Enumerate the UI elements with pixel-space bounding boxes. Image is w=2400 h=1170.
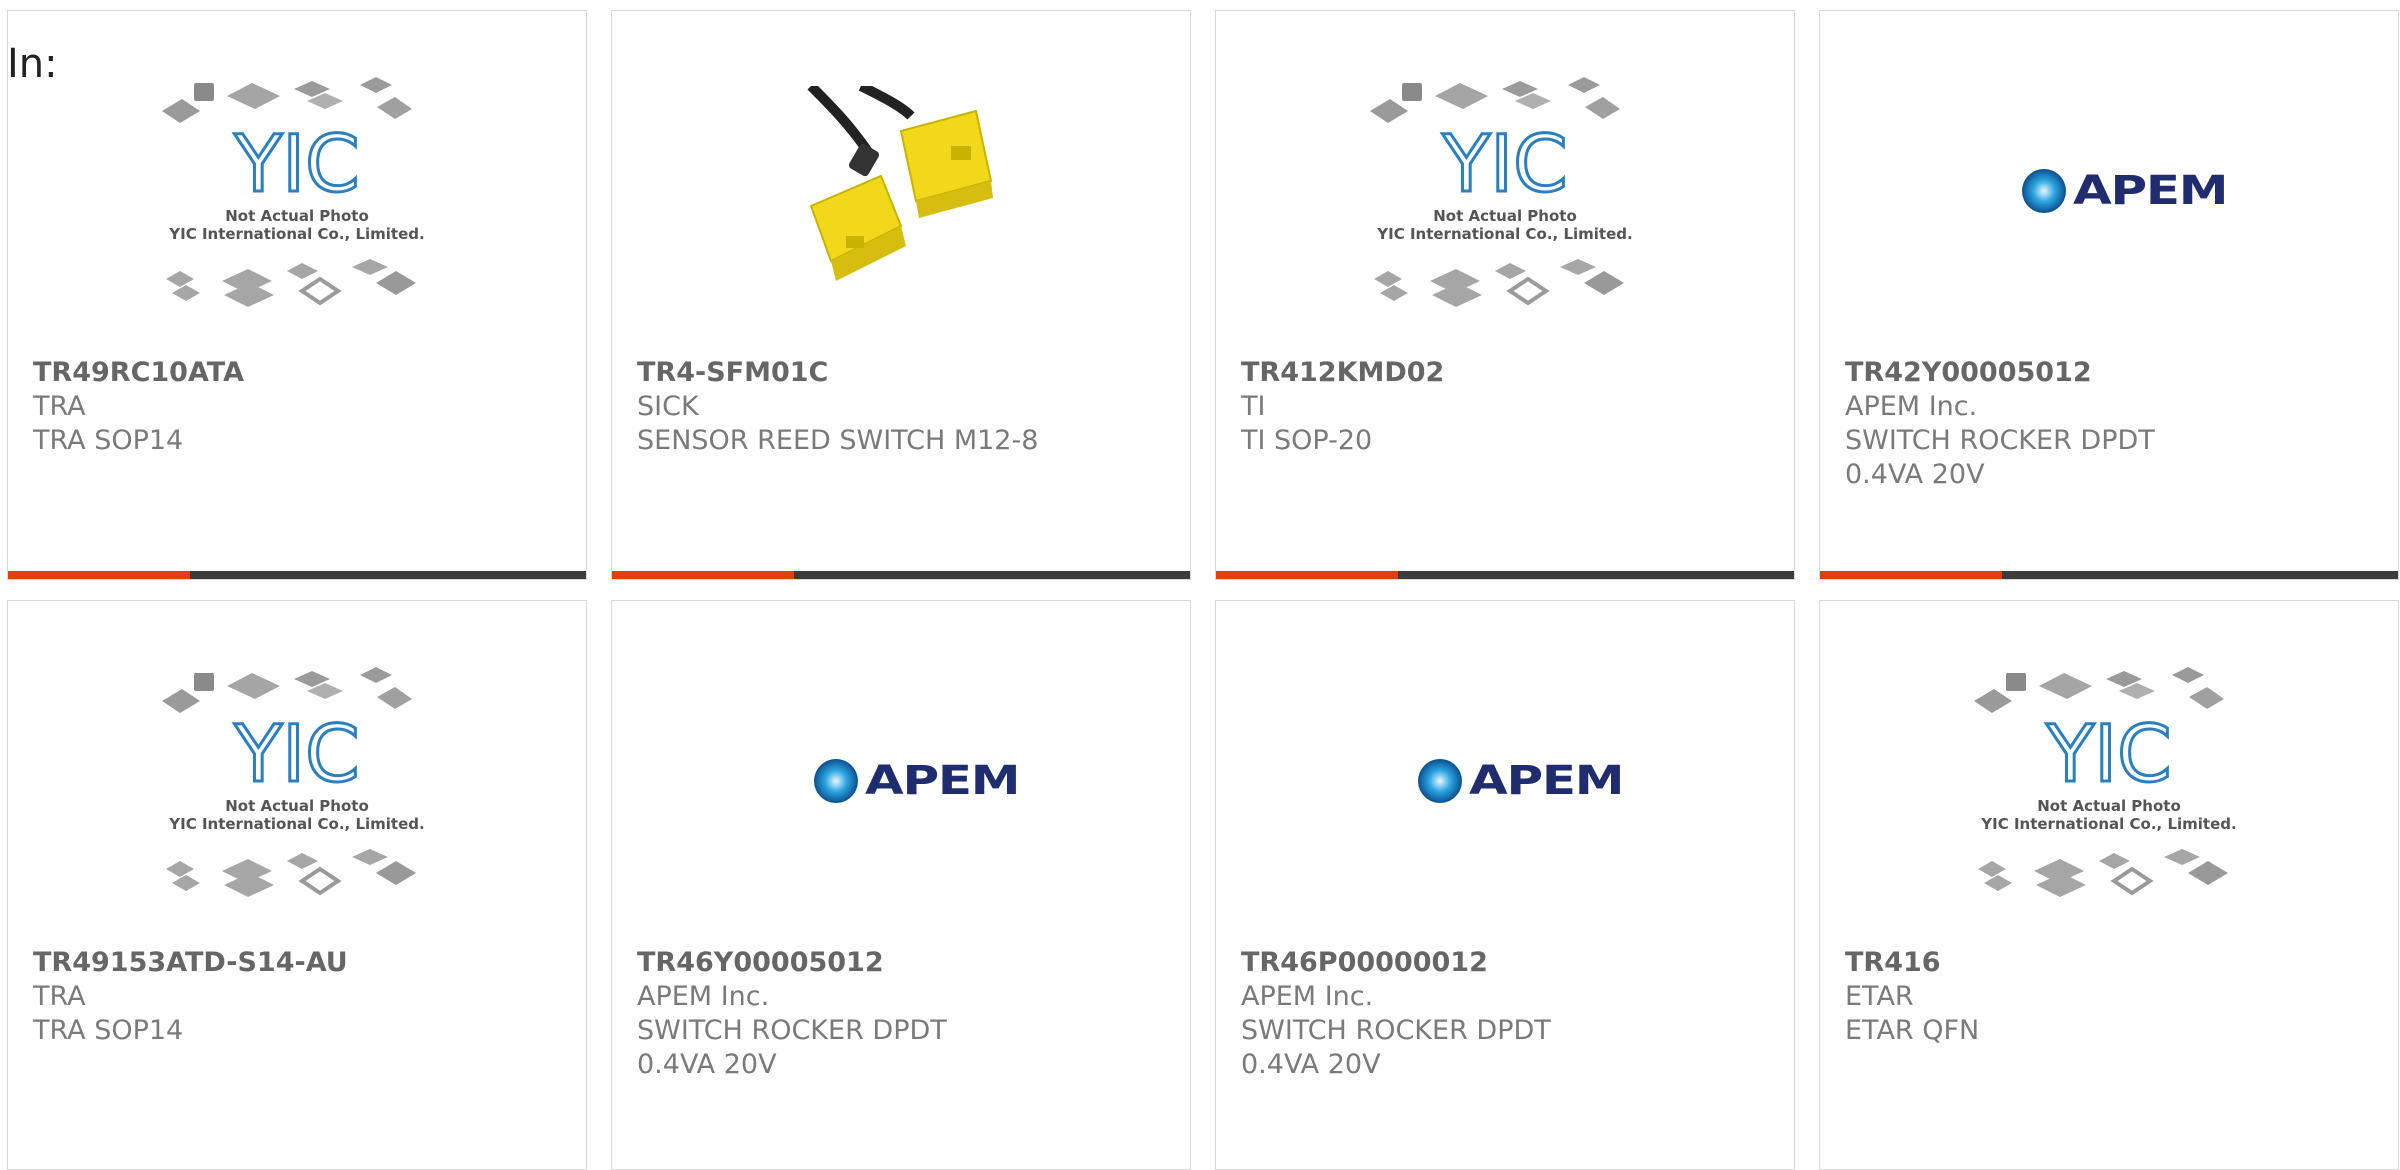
yic-placeholder-image: YIC Not Actual Photo YIC International C… <box>162 77 425 307</box>
manufacturer: ETAR <box>1845 981 1914 1012</box>
yic-placeholder-image: YIC Not Actual Photo YIC International C… <box>1974 667 2237 897</box>
product-image: YIC Not Actual Photo YIC International C… <box>8 667 586 897</box>
manufacturer: SICK <box>637 391 699 422</box>
svg-text:Not Actual Photo: Not Actual Photo <box>225 797 369 815</box>
product-image: APEM <box>1216 676 1794 886</box>
card-accent-bar <box>1820 571 2398 579</box>
apem-logo: APEM <box>1417 758 1625 804</box>
svg-text:Not Actual Photo: Not Actual Photo <box>225 207 369 225</box>
product-card[interactable]: APEM TR42Y00005012 APEM Inc. SWITCH ROCK… <box>1819 10 2399 580</box>
card-accent-bar <box>1216 571 1794 579</box>
description: SWITCH ROCKER DPDT 0.4VA 20V <box>1845 425 2155 490</box>
description: SENSOR REED SWITCH M12-8 <box>637 425 1039 456</box>
product-image: YIC Not Actual Photo YIC International C… <box>8 77 586 307</box>
apem-globe-icon <box>814 759 859 803</box>
manufacturer: TI <box>1241 391 1266 422</box>
description: TRA SOP14 <box>33 425 184 456</box>
description: ETAR QFN <box>1845 1015 1980 1046</box>
apem-logo: APEM <box>2021 168 2229 214</box>
svg-text:YIC International Co., Limited: YIC International Co., Limited. <box>168 225 424 243</box>
yic-logo: YIC <box>2045 710 2171 800</box>
product-card[interactable]: APEM TR46P00000012 APEM Inc. SWITCH ROCK… <box>1215 600 1795 1170</box>
product-card[interactable]: TR4-SFM01C SICK SENSOR REED SWITCH M12-8 <box>611 10 1191 580</box>
product-card[interactable]: YIC Not Actual Photo YIC International C… <box>1819 600 2399 1170</box>
svg-text:YIC International Co., Limited: YIC International Co., Limited. <box>1980 815 2236 833</box>
card-accent-bar <box>8 571 586 579</box>
part-number[interactable]: TR416 <box>1845 946 2378 980</box>
product-card[interactable]: YIC Not Actual Photo YIC International C… <box>1215 10 1795 580</box>
part-number[interactable]: TR49RC10ATA <box>33 356 566 390</box>
manufacturer: APEM Inc. <box>1241 981 1374 1012</box>
manufacturer: APEM Inc. <box>637 981 770 1012</box>
product-card[interactable]: YIC Not Actual Photo YIC International C… <box>7 10 587 580</box>
card-accent-bar <box>612 571 1190 579</box>
apem-globe-icon <box>2022 169 2067 213</box>
svg-text:YIC International Co., Limited: YIC International Co., Limited. <box>1376 225 1632 243</box>
reed-switch-photo <box>807 86 993 281</box>
manufacturer: TRA <box>33 391 86 422</box>
manufacturer: TRA <box>33 981 86 1012</box>
product-image <box>612 86 1190 296</box>
part-number[interactable]: TR46P00000012 <box>1241 946 1774 980</box>
description: TI SOP-20 <box>1241 425 1373 456</box>
part-number[interactable]: TR49153ATD-S14-AU <box>33 946 566 980</box>
description: TRA SOP14 <box>33 1015 184 1046</box>
part-number[interactable]: TR4-SFM01C <box>637 356 1170 390</box>
yic-logo: YIC <box>1441 120 1567 210</box>
apem-logo: APEM <box>813 758 1021 804</box>
manufacturer: APEM Inc. <box>1845 391 1978 422</box>
description: SWITCH ROCKER DPDT 0.4VA 20V <box>637 1015 947 1080</box>
product-image: YIC Not Actual Photo YIC International C… <box>1820 667 2398 897</box>
yic-placeholder-image: YIC Not Actual Photo YIC International C… <box>162 667 425 897</box>
yic-placeholder-image: YIC Not Actual Photo YIC International C… <box>1370 77 1633 307</box>
part-number[interactable]: TR46Y00005012 <box>637 946 1170 980</box>
product-grid: YIC Not Actual Photo YIC International C… <box>0 0 2400 1170</box>
product-card[interactable]: YIC Not Actual Photo YIC International C… <box>7 600 587 1170</box>
yic-logo: YIC <box>233 710 359 800</box>
description: SWITCH ROCKER DPDT 0.4VA 20V <box>1241 1015 1551 1080</box>
svg-text:Not Actual Photo: Not Actual Photo <box>1433 207 1577 225</box>
yic-logo: YIC <box>233 120 359 210</box>
in-label: In: <box>7 41 58 87</box>
apem-globe-icon <box>1418 759 1463 803</box>
product-image: YIC Not Actual Photo YIC International C… <box>1216 77 1794 307</box>
part-number[interactable]: TR412KMD02 <box>1241 356 1774 390</box>
product-card[interactable]: APEM TR46Y00005012 APEM Inc. SWITCH ROCK… <box>611 600 1191 1170</box>
product-image: APEM <box>612 676 1190 886</box>
product-image: APEM <box>1820 86 2398 296</box>
part-number[interactable]: TR42Y00005012 <box>1845 356 2378 390</box>
svg-text:Not Actual Photo: Not Actual Photo <box>2037 797 2181 815</box>
svg-text:YIC International Co., Limited: YIC International Co., Limited. <box>168 815 424 833</box>
